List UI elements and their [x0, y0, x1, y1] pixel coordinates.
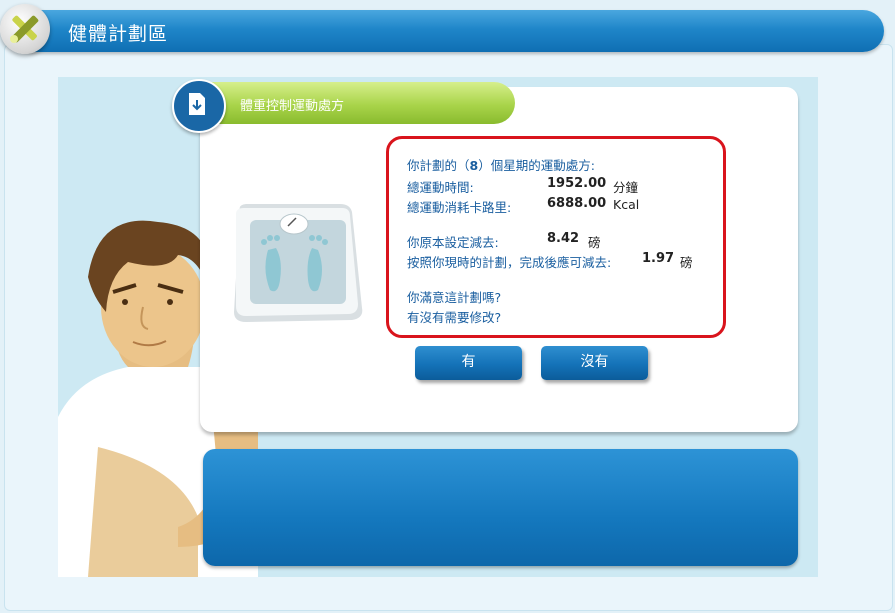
section-tab: 體重控制運動處方	[190, 82, 515, 124]
tools-logo-icon	[0, 4, 50, 54]
total-time-unit: 分鐘	[613, 180, 639, 195]
message-panel	[203, 449, 798, 566]
total-kcal-label: 總運動消耗卡路里:	[407, 200, 512, 215]
expected-value: 1.97	[642, 251, 675, 266]
expected-label: 按照你現時的計劃，完成後應可減去:	[407, 255, 612, 270]
expected-unit: 磅	[680, 255, 693, 270]
weeks-value: 8	[469, 158, 479, 173]
page-title: 健體計劃區	[68, 23, 169, 45]
download-document-icon	[172, 79, 226, 133]
no-button[interactable]: 沒有	[541, 346, 648, 380]
plan-intro: 你計劃的（8）個星期的運動處方:	[407, 158, 595, 173]
total-time-value: 1952.00	[547, 176, 607, 191]
tab-title: 體重控制運動處方	[240, 99, 345, 114]
target-unit: 磅	[588, 235, 601, 250]
question-satisfied: 你滿意這計劃嗎?	[407, 290, 502, 305]
target-value: 8.42	[547, 231, 580, 246]
target-label: 你原本設定減去:	[407, 235, 499, 250]
total-kcal-value: 6888.00	[547, 196, 607, 211]
weighing-scale-illustration	[234, 204, 363, 322]
question-modify: 有沒有需要修改?	[407, 310, 502, 325]
total-time-label: 總運動時間:	[407, 180, 474, 195]
yes-button[interactable]: 有	[415, 346, 522, 380]
header-bar: 健體計劃區	[22, 10, 884, 52]
plan-summary-box: 你計劃的（8）個星期的運動處方: 總運動時間: 1952.00 分鐘 總運動消耗…	[386, 136, 726, 338]
total-kcal-unit: Kcal	[613, 197, 640, 212]
